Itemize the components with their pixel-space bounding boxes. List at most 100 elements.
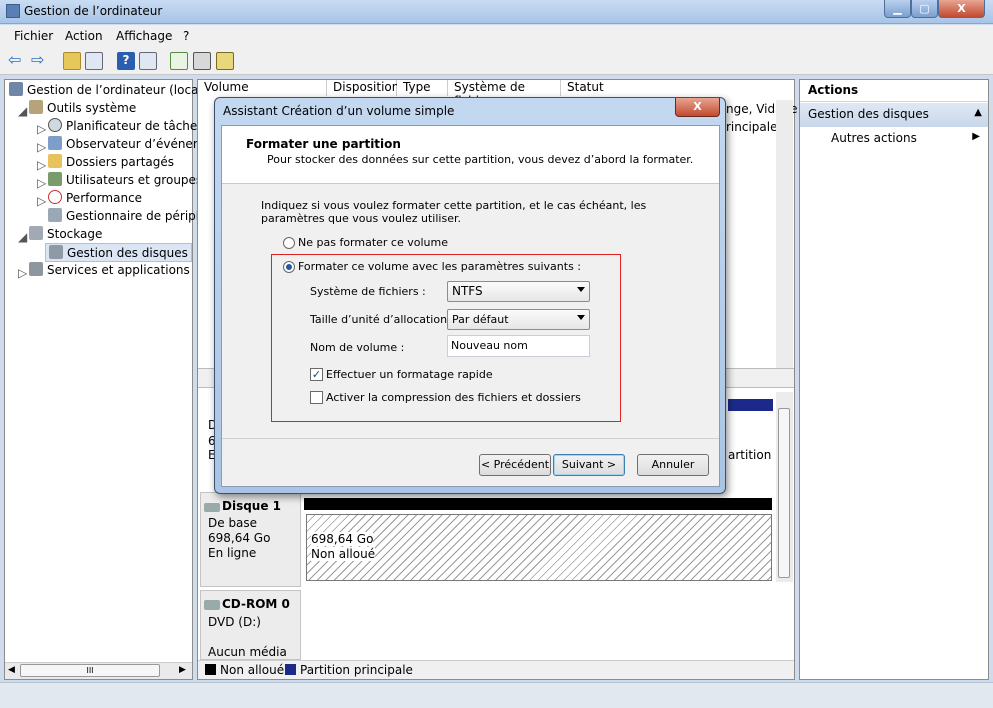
cdrom-name: CD-ROM 0 bbox=[204, 597, 290, 611]
collapsed-arrow-icon[interactable]: ▷ bbox=[37, 122, 46, 136]
shared-folder-icon bbox=[48, 154, 62, 168]
column-status[interactable]: Statut bbox=[561, 80, 794, 96]
submenu-arrow-icon: ▶ bbox=[972, 131, 980, 142]
collapsed-arrow-icon[interactable]: ▷ bbox=[18, 266, 27, 280]
quick-format-label[interactable]: Effectuer un formatage rapide bbox=[326, 368, 493, 381]
maximize-button[interactable]: ▢ bbox=[911, 0, 938, 18]
up-folder-icon[interactable] bbox=[63, 52, 81, 70]
menu-fichier[interactable]: Fichier bbox=[14, 29, 53, 43]
back-icon[interactable]: ⇦ bbox=[8, 52, 26, 70]
cdrom-icon bbox=[204, 600, 220, 610]
device-manager-icon bbox=[48, 208, 62, 222]
tree-root[interactable]: Gestion de l’ordinateur (local) bbox=[9, 82, 206, 97]
volume-name-input[interactable]: Nouveau nom bbox=[447, 335, 590, 357]
help-icon[interactable]: ? bbox=[117, 52, 135, 70]
cdrom-media-area bbox=[304, 590, 774, 660]
disk0-partition-fragment: artition bbox=[728, 448, 772, 462]
allocation-select[interactable]: Par défaut bbox=[447, 309, 590, 330]
tree-item-services[interactable]: Services et applications bbox=[29, 262, 190, 277]
scroll-thumb[interactable]: III bbox=[20, 664, 160, 677]
dialog-header-area: Formater une partition Pour stocker des … bbox=[222, 126, 719, 184]
scroll-left-icon[interactable]: ◀ bbox=[8, 665, 15, 675]
collapsed-arrow-icon[interactable]: ▷ bbox=[37, 176, 46, 190]
users-icon bbox=[48, 172, 62, 186]
collapsed-arrow-icon[interactable]: ▷ bbox=[37, 140, 46, 154]
allocation-label: Taille d’unité d’allocation : bbox=[310, 313, 455, 326]
collapse-arrow-icon[interactable]: ▲ bbox=[974, 107, 982, 118]
actions-more[interactable]: Autres actions ▶ bbox=[800, 129, 988, 149]
expand-arrow-icon[interactable]: ◢ bbox=[18, 104, 27, 118]
compression-label[interactable]: Activer la compression des fichiers et d… bbox=[326, 391, 581, 404]
performance-icon bbox=[48, 190, 62, 204]
legend-primary-label: Partition principale bbox=[300, 663, 413, 677]
tree-item-task-scheduler[interactable]: Planificateur de tâches bbox=[48, 118, 204, 133]
tree-item-performance[interactable]: Performance bbox=[48, 190, 142, 205]
unallocated-region[interactable]: 698,64 Go Non alloué bbox=[306, 514, 772, 581]
disk1-name: Disque 1 bbox=[204, 499, 281, 513]
show-tree-icon[interactable] bbox=[85, 52, 103, 70]
legend-unallocated-swatch bbox=[205, 664, 216, 675]
column-volume[interactable]: Volume bbox=[198, 80, 327, 96]
tree-item-shared-folders[interactable]: Dossiers partagés bbox=[48, 154, 174, 169]
column-filesystem[interactable]: Système de fichiers bbox=[448, 80, 561, 108]
quick-format-checkbox[interactable]: ✓ bbox=[310, 368, 323, 381]
clock-icon bbox=[48, 118, 62, 132]
forward-icon[interactable]: ⇨ bbox=[31, 52, 49, 70]
column-disposition[interactable]: Disposition bbox=[327, 80, 399, 96]
menu-bar: Fichier Action Affichage ? bbox=[0, 25, 993, 47]
status-bar bbox=[0, 682, 993, 708]
unallocated-state: Non alloué bbox=[311, 547, 376, 561]
format-radio[interactable] bbox=[283, 261, 295, 273]
disk-management-icon bbox=[49, 245, 63, 259]
column-type[interactable]: Type bbox=[397, 80, 448, 96]
tree-item-device-manager[interactable]: Gestionnaire de périphé bbox=[48, 208, 211, 223]
minimize-button[interactable]: ▁ bbox=[884, 0, 911, 18]
legend-unallocated-label: Non alloué bbox=[220, 663, 285, 677]
menu-action[interactable]: Action bbox=[65, 29, 103, 43]
computer-icon bbox=[9, 82, 23, 96]
format-label[interactable]: Formater ce volume avec les paramètres s… bbox=[298, 260, 581, 273]
filesystem-select[interactable]: NTFS bbox=[447, 281, 590, 302]
previous-button[interactable]: < Précédent bbox=[479, 454, 551, 476]
tree-hscrollbar[interactable]: ◀ III ▶ bbox=[5, 662, 192, 679]
disk1-partition-area[interactable]: 698,64 Go Non alloué bbox=[304, 498, 774, 585]
next-button[interactable]: Suivant > bbox=[553, 454, 625, 476]
filesystem-label: Système de fichiers : bbox=[310, 285, 426, 298]
tree-item-stockage[interactable]: Stockage bbox=[29, 226, 102, 241]
disk-list-scroll-thumb[interactable] bbox=[778, 408, 790, 578]
disk1-info-box[interactable]: Disque 1 De base 698,64 Go En ligne bbox=[200, 492, 301, 587]
compression-checkbox[interactable] bbox=[310, 391, 323, 404]
menu-affichage[interactable]: Affichage bbox=[116, 29, 172, 43]
close-button[interactable]: X bbox=[938, 0, 985, 18]
no-format-radio[interactable] bbox=[283, 237, 295, 249]
cdrom-info-box[interactable]: CD-ROM 0 DVD (D:) Aucun média bbox=[200, 590, 301, 660]
menu-help[interactable]: ? bbox=[183, 29, 189, 43]
show-actions-icon[interactable] bbox=[139, 52, 157, 70]
actions-panel: Actions Gestion des disques ▲ Autres act… bbox=[799, 79, 989, 680]
dropdown-arrow-icon bbox=[577, 287, 585, 292]
settings-icon[interactable] bbox=[216, 52, 234, 70]
status-fragment: nge, Vidage s bbox=[726, 102, 808, 116]
title-bar: Gestion de l’ordinateur ▁ ▢ X bbox=[0, 0, 993, 24]
properties-icon[interactable] bbox=[193, 52, 211, 70]
expand-arrow-icon[interactable]: ◢ bbox=[18, 230, 27, 244]
dialog-subheading: Pour stocker des données sur cette parti… bbox=[267, 153, 694, 166]
collapsed-arrow-icon[interactable]: ▷ bbox=[37, 194, 46, 208]
tree-item-disk-management[interactable]: Gestion des disques bbox=[45, 243, 192, 262]
refresh-icon[interactable] bbox=[170, 52, 188, 70]
actions-section-disk-management[interactable]: Gestion des disques ▲ bbox=[800, 103, 988, 127]
disk-list-vscrollbar[interactable] bbox=[776, 392, 793, 582]
tree-item-users-groups[interactable]: Utilisateurs et groupes l bbox=[48, 172, 209, 187]
disk1-status: En ligne bbox=[208, 546, 257, 560]
tree-item-event-viewer[interactable]: Observateur d’événeme bbox=[48, 136, 212, 151]
dialog-close-button[interactable]: X bbox=[675, 98, 720, 117]
dialog-body: Formater une partition Pour stocker des … bbox=[221, 125, 720, 487]
upper-list-vscrollbar[interactable] bbox=[776, 100, 793, 368]
disk0-primary-bar bbox=[728, 399, 773, 411]
scroll-right-icon[interactable]: ▶ bbox=[179, 665, 186, 675]
cancel-button[interactable]: Annuler bbox=[637, 454, 709, 476]
dialog-instruction: Indiquez si vous voulez formater cette p… bbox=[261, 199, 647, 225]
no-format-label[interactable]: Ne pas formater ce volume bbox=[298, 236, 448, 249]
tree-item-outils[interactable]: Outils système bbox=[29, 100, 136, 115]
collapsed-arrow-icon[interactable]: ▷ bbox=[37, 158, 46, 172]
